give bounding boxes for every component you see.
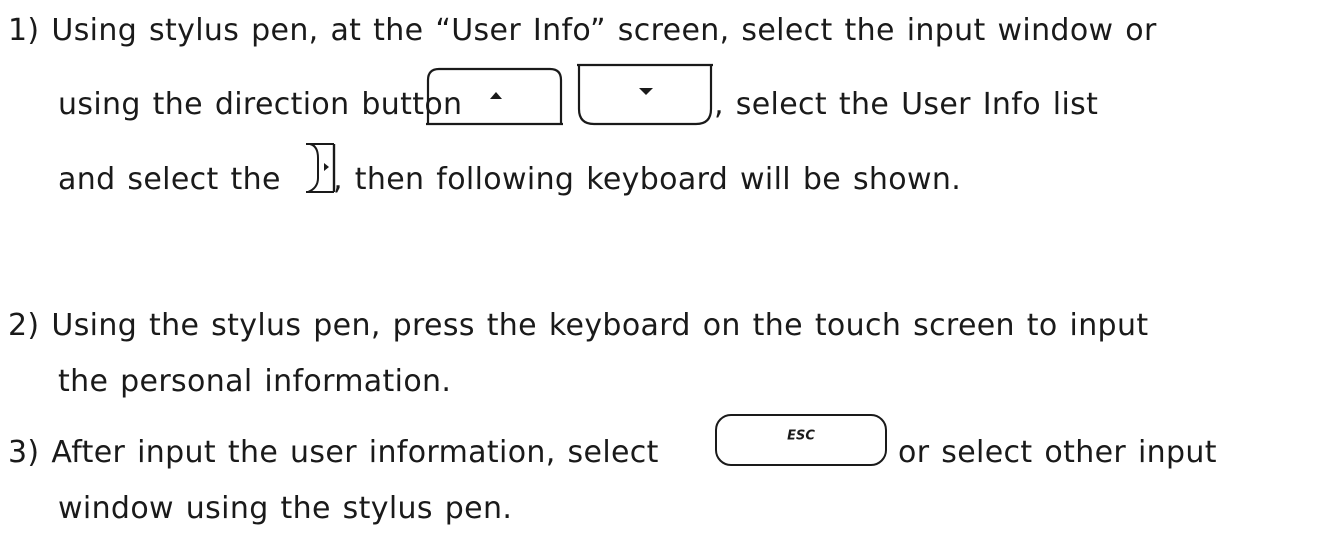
step-1-number: 1) [8,13,40,48]
up-arrow-button-icon [424,66,564,128]
step-1-text-line-3b: , then following keyboard will be shown. [333,162,962,197]
step-3-text-line-1b: or select other input [898,435,1217,470]
step-3-line-1a: 3) After input the user information, sel… [8,433,659,473]
step-1-line-1: 1) Using stylus pen, at the “User Info” … [8,11,1157,51]
step-2-line-2: the personal information. [58,362,451,402]
step-1-text-line-3a: and select the [58,162,281,197]
step-3-text-line-1a: After input the user information, select [51,435,659,470]
step-1-line-3b: , then following keyboard will be shown. [333,160,961,200]
esc-button-label: ESC [787,429,815,444]
step-2-text-line-2: the personal information. [58,364,452,399]
step-1-text-line-1: Using stylus pen, at the “User Info” scr… [51,13,1157,48]
instruction-document: 1) Using stylus pen, at the “User Info” … [0,0,1319,540]
esc-button-icon: ESC [713,412,889,468]
step-2-number: 2) [8,308,40,343]
step-2-text-line-1: Using the stylus pen, press the keyboard… [51,308,1149,343]
step-1-line-2a: using the direction button [58,85,462,125]
step-1-line-3a: and select the [58,160,281,200]
down-arrow-button-icon [575,61,715,128]
step-3-text-line-2: window using the stylus pen. [58,491,513,526]
step-1-text-line-2b: , select the User Info list [714,87,1099,122]
step-3-line-2: window using the stylus pen. [58,489,512,529]
step-2-line-1: 2) Using the stylus pen, press the keybo… [8,306,1148,346]
step-3-line-1b: or select other input [898,433,1217,473]
step-1-line-2b: , select the User Info list [714,85,1098,125]
step-3-number: 3) [8,435,40,470]
step-1-text-line-2a: using the direction button [58,87,463,122]
